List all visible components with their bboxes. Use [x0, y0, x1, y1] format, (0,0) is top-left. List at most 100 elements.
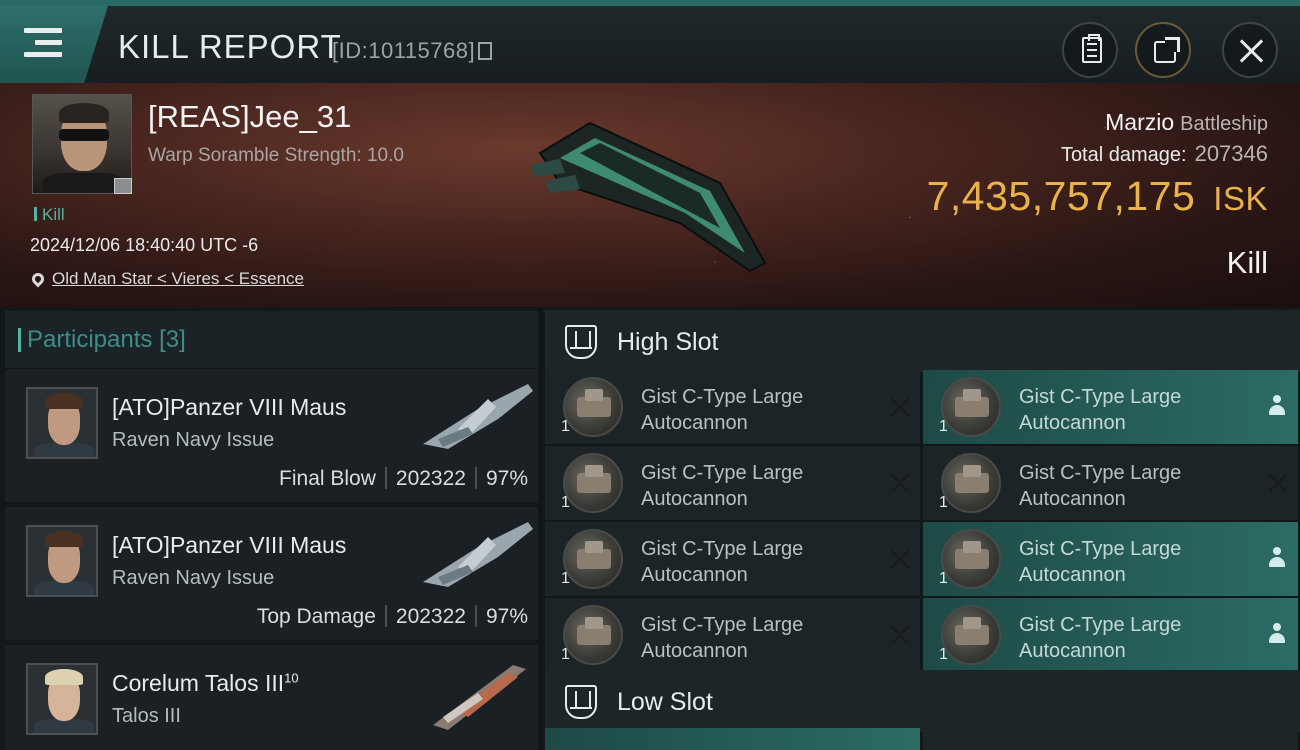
- module-slot[interactable]: 1 Gist C-Type Large Autocannon: [545, 370, 920, 444]
- autocannon-icon: [563, 529, 623, 589]
- module-name-line1: Gist C-Type Large: [641, 462, 804, 484]
- module-name-line2: Autocannon: [641, 640, 748, 662]
- victim-name[interactable]: [REAS]Jee_31: [148, 99, 351, 135]
- top-bar: KILL REPORT [ID:10115768]: [0, 0, 1300, 83]
- participant-damage: 202322: [395, 605, 466, 628]
- participant-damage: 202322: [395, 467, 466, 490]
- module-slot[interactable]: [545, 728, 920, 750]
- autocannon-icon: [563, 605, 623, 665]
- autocannon-icon: [563, 377, 623, 437]
- module-name-line1: Gist C-Type Large: [1019, 462, 1182, 484]
- destroyed-x-icon: [890, 625, 910, 645]
- module-name-line2: Autocannon: [641, 564, 748, 586]
- module-name-line1: Gist C-Type Large: [1019, 614, 1182, 636]
- participant-avatar: [26, 525, 98, 597]
- module-slot[interactable]: 1 Gist C-Type Large Autocannon: [923, 522, 1298, 596]
- total-damage-label: Total damage:: [1060, 144, 1187, 166]
- total-damage-value: 207346: [1194, 141, 1268, 166]
- high-slot-icon: [565, 325, 597, 359]
- module-name-line1: Gist C-Type Large: [1019, 538, 1182, 560]
- total-damage: Total damage: 207346: [1061, 141, 1268, 167]
- module-name-line1: Gist C-Type Large: [641, 614, 804, 636]
- menu-tab[interactable]: [0, 6, 108, 83]
- participant-stats: Final Blow 202322 97%: [279, 467, 528, 491]
- high-slot-label: High Slot: [617, 328, 719, 356]
- participant-row[interactable]: Corelum Talos III10 Talos III: [5, 644, 538, 750]
- participant-name-superscript: 10: [284, 670, 299, 686]
- participant-name-text: Corelum Talos III: [112, 670, 285, 696]
- module-name-line2: Autocannon: [1019, 640, 1126, 662]
- module-slot[interactable]: 1 Gist C-Type Large Autocannon: [923, 446, 1298, 520]
- module-quantity: 1: [561, 418, 570, 435]
- module-slot[interactable]: 1 Gist C-Type Large Autocannon: [923, 370, 1298, 444]
- module-name-line2: Autocannon: [641, 412, 748, 434]
- share-icon: [1154, 37, 1180, 63]
- module-name: Gist C-Type Large Autocannon: [641, 612, 851, 664]
- module-name: Gist C-Type Large Autocannon: [1019, 536, 1229, 588]
- module-slot[interactable]: 1 Gist C-Type Large Autocannon: [923, 598, 1298, 672]
- participant-ship: Raven Navy Issue: [112, 567, 275, 589]
- module-name: Gist C-Type Large Autocannon: [1019, 384, 1229, 436]
- destroyed-x-icon: [890, 397, 910, 417]
- battleship-image: [530, 121, 767, 273]
- participant-role: Top Damage: [256, 605, 376, 628]
- module-name: Gist C-Type Large Autocannon: [641, 460, 851, 512]
- kill-datetime: 2024/12/06 18:40:40 UTC -6: [30, 235, 259, 255]
- participant-name: [ATO]Panzer VIII Maus: [112, 394, 347, 420]
- kill-tag: Kill: [34, 205, 65, 225]
- participant-name: [ATO]Panzer VIII Maus: [112, 532, 347, 558]
- hamburger-menu-icon[interactable]: [24, 28, 62, 60]
- kill-location-text: Old Man Star < Vieres < Essence: [52, 269, 304, 288]
- module-name: Gist C-Type Large Autocannon: [1019, 460, 1229, 512]
- module-quantity: 1: [939, 646, 948, 663]
- victim-ship-type: Marzio Battleship: [1105, 109, 1268, 136]
- participant-ship: Talos III: [112, 705, 181, 727]
- isk-value: 7,435,757,175 ISK: [927, 173, 1268, 220]
- module-name-line2: Autocannon: [1019, 564, 1126, 586]
- module-name-line1: Gist C-Type Large: [641, 538, 804, 560]
- copy-icon[interactable]: [478, 42, 493, 60]
- participant-row[interactable]: [ATO]Panzer VIII Maus Raven Navy Issue T…: [5, 506, 538, 640]
- module-quantity: 1: [939, 570, 948, 587]
- participant-avatar: [26, 387, 98, 459]
- person-icon: [1269, 547, 1285, 569]
- module-quantity: 1: [561, 570, 570, 587]
- module-slot[interactable]: 1 Gist C-Type Large Autocannon: [545, 522, 920, 596]
- close-icon: [1238, 38, 1264, 64]
- module-name-line2: Autocannon: [1019, 412, 1126, 434]
- report-id: [ID:10115768]: [332, 38, 493, 64]
- participant-stats: Top Damage 202322 97%: [257, 605, 528, 629]
- destroyed-x-icon: [890, 549, 910, 569]
- high-slot-header: High Slot: [545, 310, 1300, 372]
- victim-banner: [REAS]Jee_31 Warp Soramble Strength: 10.…: [0, 83, 1300, 307]
- clipboard-icon: [1082, 34, 1102, 63]
- module-quantity: 1: [561, 494, 570, 511]
- person-icon: [1269, 623, 1285, 645]
- module-slot[interactable]: 1 Gist C-Type Large Autocannon: [545, 446, 920, 520]
- share-button[interactable]: [1135, 22, 1191, 78]
- participants-label: Participants: [27, 326, 153, 353]
- isk-amount: 7,435,757,175: [926, 173, 1196, 219]
- location-pin-icon: [29, 270, 47, 288]
- destroyed-x-icon: [1268, 473, 1288, 493]
- module-name-line1: Gist C-Type Large: [1019, 386, 1182, 408]
- participant-ship-image: [423, 522, 533, 587]
- portrait-badge-icon: [114, 178, 132, 194]
- fitting-slots-panel: High Slot 1 Gist C-Type Large Autocannon …: [541, 307, 1300, 750]
- low-slot-icon: [565, 685, 597, 719]
- participant-role: Final Blow: [279, 467, 376, 490]
- isk-unit: ISK: [1213, 180, 1268, 217]
- module-name-line2: Autocannon: [641, 488, 748, 510]
- participant-name: Corelum Talos III10: [112, 670, 299, 697]
- module-quantity: 1: [939, 418, 948, 435]
- participant-ship-image: [423, 384, 533, 449]
- clipboard-button[interactable]: [1062, 22, 1118, 78]
- module-slot[interactable]: 1 Gist C-Type Large Autocannon: [545, 598, 920, 672]
- participant-ship-image: [433, 665, 526, 730]
- module-slot[interactable]: [923, 728, 1298, 750]
- report-id-text: [ID:10115768]: [332, 38, 476, 63]
- kill-location-link[interactable]: Old Man Star < Vieres < Essence: [29, 269, 304, 289]
- participant-row[interactable]: [ATO]Panzer VIII Maus Raven Navy Issue F…: [5, 368, 538, 502]
- participants-header[interactable]: Participants [3]: [5, 311, 538, 368]
- close-button[interactable]: [1222, 22, 1278, 78]
